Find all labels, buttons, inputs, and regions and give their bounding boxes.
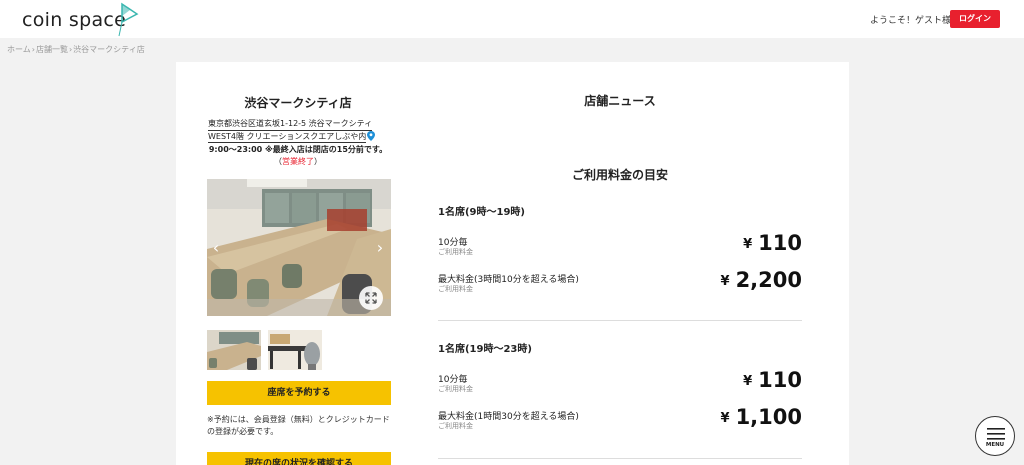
section-divider: [438, 320, 802, 321]
price-value: ¥110: [743, 368, 802, 392]
store-status: （営業終了）: [208, 156, 388, 168]
price-amount: 110: [758, 231, 802, 255]
thumbnail-image: [268, 330, 322, 370]
carousel-prev-button[interactable]: ‹: [209, 239, 223, 257]
price-amount: 110: [758, 368, 802, 392]
photo-thumbnail-2[interactable]: [268, 330, 322, 370]
logo-text: coin space: [22, 9, 127, 31]
store-name: 渋谷マークシティ店: [244, 96, 352, 110]
store-address[interactable]: 東京都渋谷区道玄坂1-12-5 渋谷マークシティ WEST4階 クリエーションス…: [208, 118, 388, 143]
photo-thumbnail-1[interactable]: [207, 330, 261, 370]
yen-symbol: ¥: [720, 411, 730, 426]
chevron-right-icon: ›: [68, 45, 73, 54]
hamburger-icon: [987, 428, 1005, 440]
logo-mark-icon: [118, 2, 139, 37]
login-button[interactable]: ログイン: [950, 10, 1000, 28]
thumbnail-image: [207, 330, 261, 370]
yen-symbol: ¥: [720, 274, 730, 289]
price-amount: 2,200: [735, 268, 802, 292]
menu-label: MENU: [985, 442, 1005, 448]
status-badge: 営業終了: [282, 156, 314, 166]
price-row: 最大料金(1時間30分を超える場合) ご利用料金 ¥1,100: [438, 405, 802, 439]
site-logo[interactable]: coin space: [22, 9, 126, 31]
expand-icon: [365, 292, 377, 304]
check-seat-status-button[interactable]: 現在の席の状況を確認する: [207, 452, 391, 465]
price-amount: 1,100: [735, 405, 802, 429]
address-line-1: 東京都渋谷区道玄坂1-12-5 渋谷マークシティ: [208, 118, 373, 131]
hours-text: 9:00～23:00 ※最終入店は閉店の15分前です。: [208, 145, 388, 154]
status-paren-close: ）: [314, 156, 322, 166]
pricing-section-title: 1名席(9時～19時): [438, 207, 525, 218]
expand-photo-button[interactable]: [359, 286, 383, 310]
breadcrumb-home[interactable]: ホーム: [7, 44, 31, 55]
price-value: ¥110: [743, 231, 802, 255]
store-photo-carousel[interactable]: ‹ ›: [207, 179, 391, 316]
chevron-right-icon: ›: [31, 45, 35, 54]
address-line-2: WEST4階 クリエーションスクエアしぶや内: [208, 131, 367, 143]
welcome-text: ようこそ！ゲスト様: [870, 16, 952, 26]
price-sublabel: ご利用料金: [438, 385, 473, 393]
section-divider: [438, 458, 802, 459]
breadcrumb: ホーム › 店舗一覧 › 渋谷マークシティ店: [7, 44, 145, 55]
reserve-seat-button[interactable]: 座席を予約する: [207, 381, 391, 405]
store-detail-card: 渋谷マークシティ店 東京都渋谷区道玄坂1-12-5 渋谷マークシティ WEST4…: [176, 62, 849, 465]
site-header: coin space ようこそ！ゲスト様 ログイン: [0, 0, 1024, 38]
reservation-note: ※予約には、会員登録（無料）とクレジットカードの登録が必要です。: [207, 415, 390, 436]
menu-button[interactable]: MENU: [975, 416, 1015, 456]
price-row: 10分毎 ご利用料金 ¥110: [438, 368, 802, 402]
pricing-title: ご利用料金の目安: [571, 168, 668, 182]
price-sublabel: ご利用料金: [438, 285, 473, 293]
yen-symbol: ¥: [743, 374, 753, 389]
breadcrumb-store-list[interactable]: 店舗一覧: [36, 44, 68, 55]
price-value: ¥1,100: [721, 405, 802, 429]
status-paren-open: （: [274, 156, 282, 166]
price-sublabel: ご利用料金: [438, 248, 473, 256]
carousel-next-button[interactable]: ›: [373, 239, 387, 257]
map-pin-icon[interactable]: [367, 130, 376, 141]
store-news-title: 店舗ニュース: [584, 94, 656, 108]
price-row: 最大料金(3時間10分を超える場合) ご利用料金 ¥2,200: [438, 268, 802, 302]
pricing-section-title: 1名席(19時～23時): [438, 344, 532, 355]
price-sublabel: ご利用料金: [438, 422, 473, 430]
breadcrumb-current: 渋谷マークシティ店: [73, 45, 145, 54]
store-hours: 9:00～23:00 ※最終入店は閉店の15分前です。 （営業終了）: [208, 144, 388, 167]
price-row: 10分毎 ご利用料金 ¥110: [438, 231, 802, 265]
price-value: ¥2,200: [721, 268, 802, 292]
yen-symbol: ¥: [743, 237, 753, 252]
